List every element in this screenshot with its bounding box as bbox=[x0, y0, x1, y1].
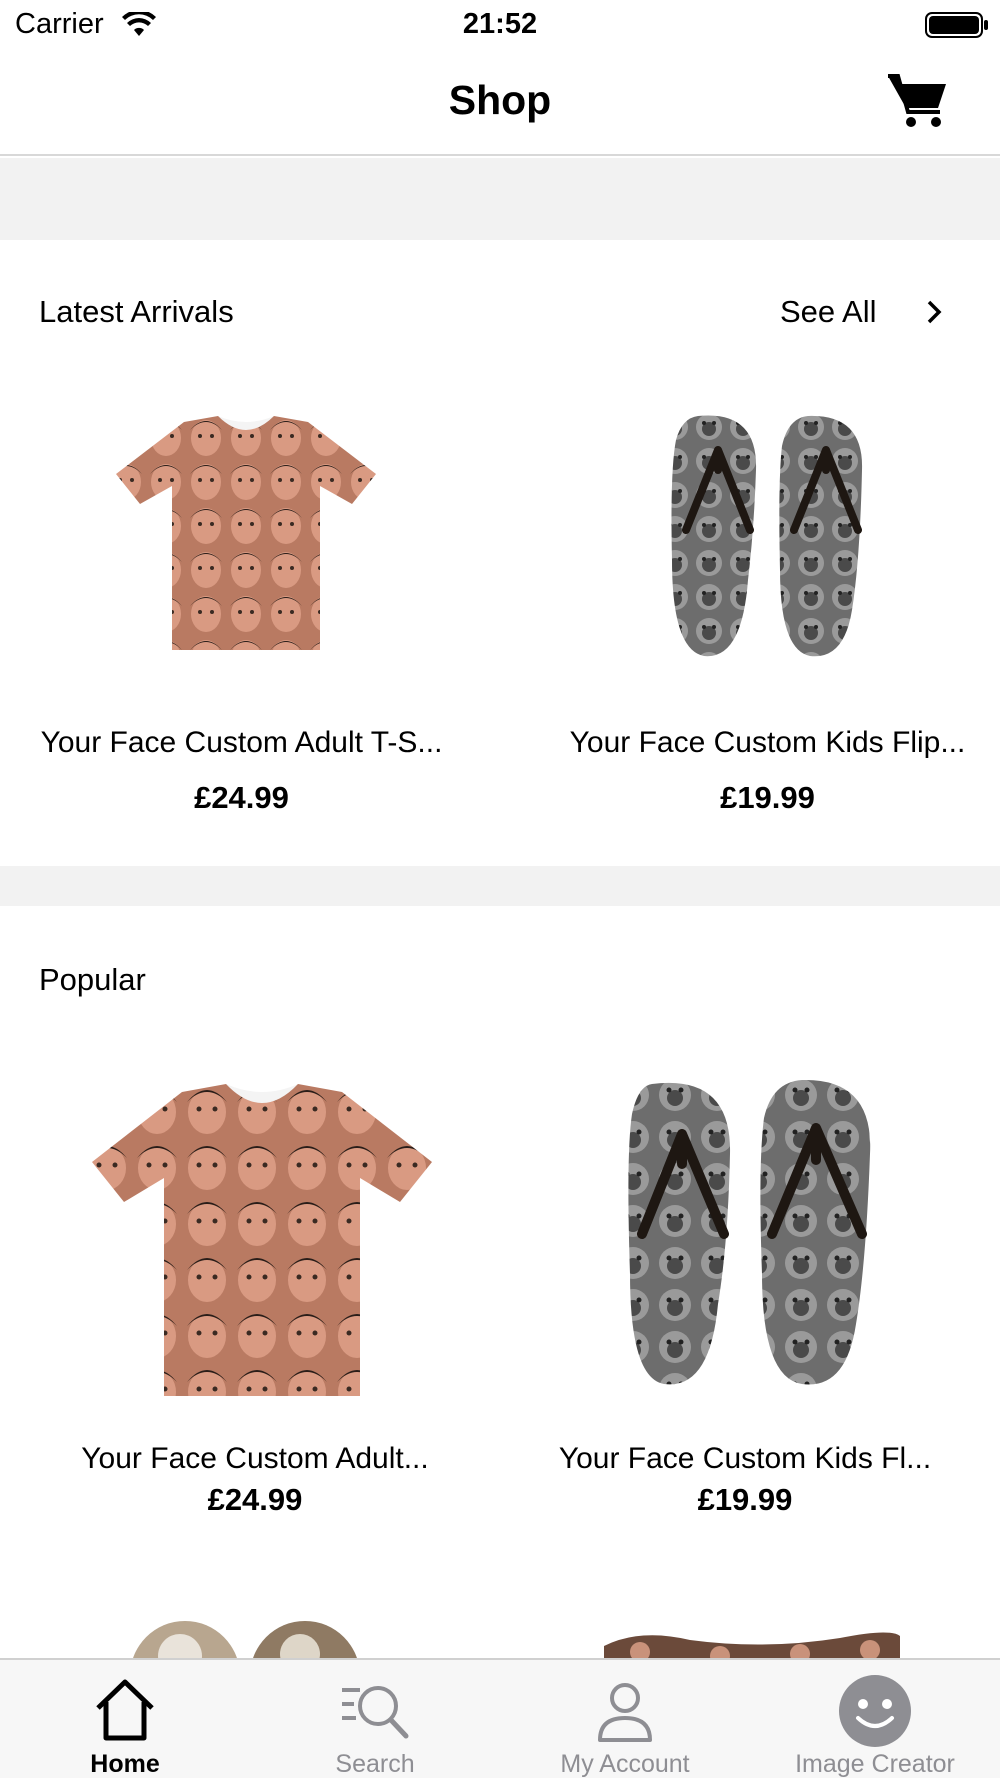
section-title-popular: Popular bbox=[39, 962, 146, 997]
section-divider bbox=[0, 866, 1000, 906]
home-icon bbox=[96, 1679, 154, 1741]
page-title: Shop bbox=[448, 77, 552, 123]
product-price: £19.99 bbox=[697, 1482, 793, 1517]
battery-icon bbox=[925, 12, 988, 38]
pet-photo-image bbox=[133, 1621, 357, 1658]
tab-label: My Account bbox=[560, 1750, 690, 1778]
product-name: Your Face Custom Kids Flip... bbox=[569, 726, 966, 759]
tshirt-image bbox=[92, 1084, 432, 1396]
tab-image-creator[interactable]: Image Creator bbox=[750, 1660, 1000, 1778]
product-card[interactable]: Your Face Custom Adult T-S... £24.99 bbox=[14, 400, 469, 820]
product-name: Your Face Custom Kids Fl... bbox=[558, 1442, 932, 1475]
product-name: Your Face Custom Adult... bbox=[81, 1442, 429, 1475]
status-time: 21:52 bbox=[462, 8, 538, 40]
cushion-image bbox=[604, 1632, 900, 1658]
product-card[interactable] bbox=[590, 1600, 920, 1658]
search-icon bbox=[342, 1686, 409, 1739]
person-icon bbox=[598, 1683, 652, 1742]
chevron-right-icon bbox=[927, 300, 942, 324]
tab-label: Image Creator bbox=[795, 1750, 955, 1778]
product-price: £24.99 bbox=[207, 1482, 303, 1517]
see-all-label: See All bbox=[780, 294, 877, 329]
spacer-band bbox=[0, 158, 1000, 240]
tshirt-image bbox=[116, 416, 376, 650]
tab-label: Search bbox=[335, 1750, 415, 1778]
product-card[interactable]: Your Face Custom Kids Flip... £19.99 bbox=[540, 400, 995, 820]
tab-search[interactable]: Search bbox=[250, 1660, 500, 1778]
product-price: £24.99 bbox=[194, 780, 289, 815]
flipflops-image bbox=[628, 1079, 871, 1385]
section-title-latest-arrivals: Latest Arrivals bbox=[39, 294, 234, 329]
product-card[interactable] bbox=[100, 1600, 400, 1658]
tab-label: Home bbox=[90, 1750, 160, 1778]
smiley-icon bbox=[839, 1675, 911, 1747]
tab-my-account[interactable]: My Account bbox=[500, 1660, 750, 1778]
status-bar: Carrier 21:52 bbox=[0, 0, 1000, 50]
flipflops-image bbox=[671, 415, 863, 657]
product-card[interactable]: Your Face Custom Kids Fl... £19.99 bbox=[520, 1070, 970, 1530]
nav-bar: Shop bbox=[0, 50, 1000, 156]
product-price: £19.99 bbox=[720, 780, 815, 815]
product-name: Your Face Custom Adult T-S... bbox=[40, 726, 443, 759]
tab-home[interactable]: Home bbox=[0, 1660, 250, 1778]
product-card[interactable]: Your Face Custom Adult... £24.99 bbox=[30, 1070, 480, 1530]
tab-bar: Home Search My Account Image Creator bbox=[0, 1658, 1000, 1778]
see-all-button[interactable]: See All bbox=[780, 292, 950, 332]
cart-icon[interactable] bbox=[886, 70, 950, 130]
